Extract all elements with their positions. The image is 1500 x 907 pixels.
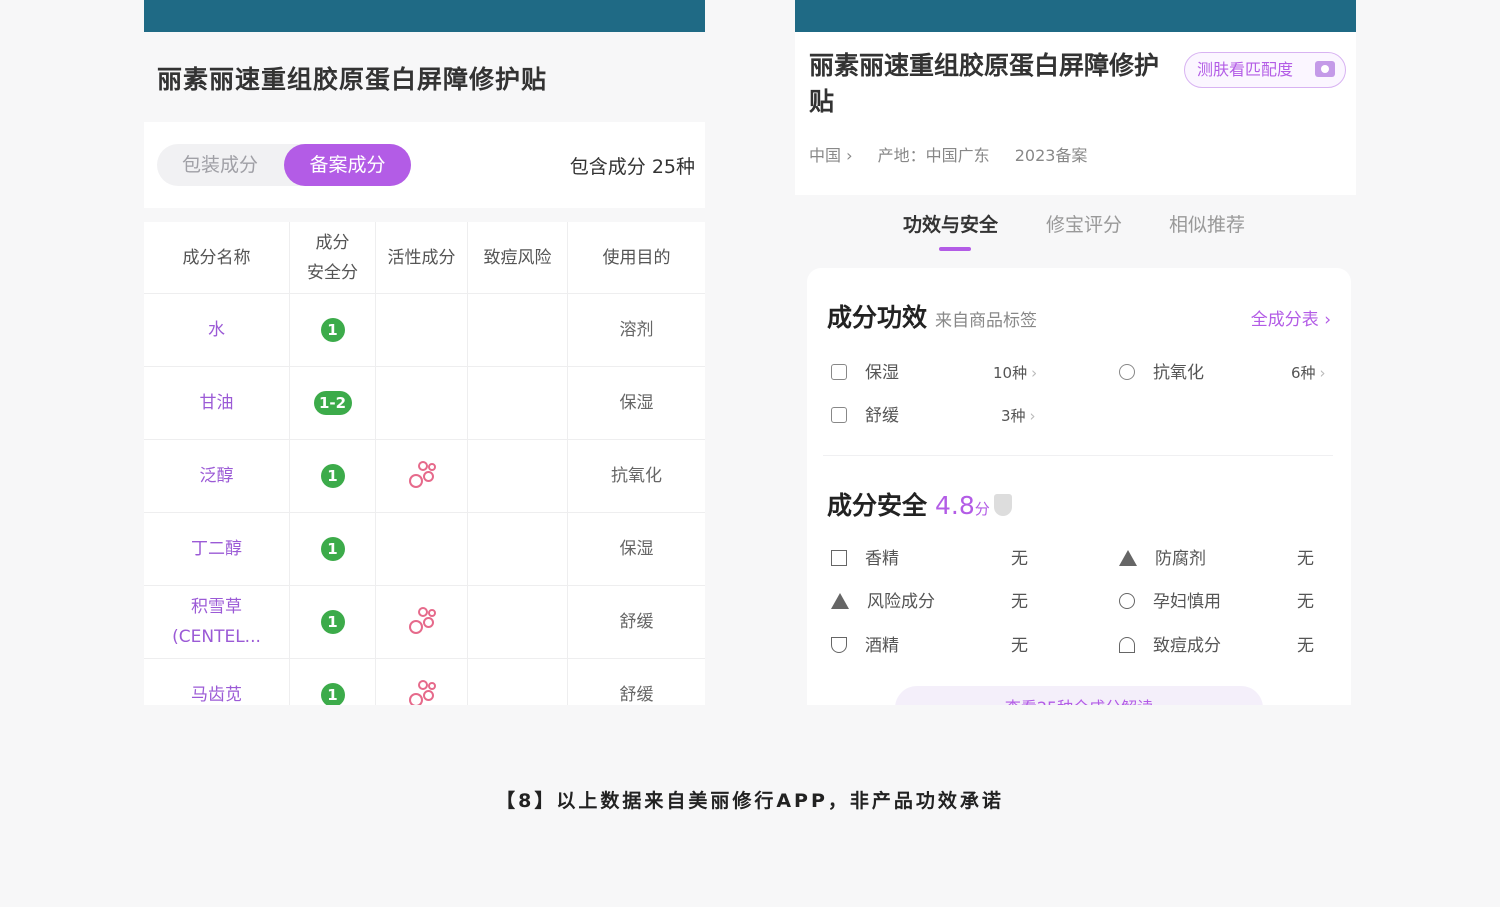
- efficacy-item-moisturize[interactable]: 保湿 10种 ›: [831, 361, 1061, 385]
- column-header-safety: 成分 安全分: [290, 222, 376, 293]
- column-header-acne-risk: 致痘风险: [468, 222, 568, 293]
- acne-risk-cell: [468, 367, 568, 439]
- table-row[interactable]: 丁二醇 1 保湿: [144, 513, 705, 586]
- safety-item-preservative: 防腐剂 无: [1119, 547, 1329, 571]
- warning-icon: [831, 593, 849, 609]
- active-cell: [376, 367, 468, 439]
- safety-score-badge: 1: [320, 537, 345, 561]
- section-divider: [823, 455, 1333, 456]
- safety-item-alcohol: 酒精 无: [831, 634, 1031, 658]
- tab-efficacy-safety[interactable]: 功效与安全: [903, 210, 998, 237]
- production-place: 产地：中国广东: [877, 146, 990, 165]
- efficacy-safety-card: 成分功效 来自商品标签 全成分表 › 保湿 10种 › 抗氧化 6种 › 舒缓 3种 ›…: [807, 268, 1351, 705]
- ingredient-name[interactable]: 甘油: [144, 367, 290, 439]
- safety-score-badge: 1: [320, 610, 345, 634]
- table-row[interactable]: 积雪草 (CENTEL... 1 舒缓: [144, 586, 705, 659]
- acne-risk-cell: [468, 659, 568, 705]
- safety-score-badge: 1-2: [313, 391, 352, 415]
- acne-risk-cell: [468, 294, 568, 366]
- skin-match-label: 测肤看匹配度: [1197, 60, 1294, 79]
- antioxidant-icon: [1119, 364, 1135, 380]
- perfume-icon: [831, 550, 847, 566]
- active-cell: [376, 513, 468, 585]
- ingredient-name[interactable]: 丁二醇: [144, 513, 290, 585]
- view-all-ingredients-button[interactable]: 查看25种全成分解读: [895, 686, 1263, 705]
- ingredient-table: 成分名称 成分 安全分 活性成分 致痘风险 使用目的 水 1 溶剂 甘油 1-2…: [144, 222, 705, 705]
- column-header-purpose: 使用目的: [602, 247, 671, 268]
- ingredient-segment-control: 包装成分 备案成分: [157, 144, 411, 186]
- detail-tabs: 功效与安全 修宝评分 相似推荐: [795, 195, 1356, 265]
- safety-score-badge: 1: [320, 683, 345, 705]
- camera-icon: [1315, 61, 1335, 77]
- acne-risk-cell: [468, 586, 568, 658]
- tab-similar[interactable]: 相似推荐: [1169, 210, 1245, 237]
- efficacy-item-soothe[interactable]: 舒缓 3种 ›: [831, 404, 1061, 428]
- origin-link[interactable]: 中国 ›: [809, 146, 853, 165]
- ingredient-count: 包含成分 25种: [569, 156, 695, 178]
- table-row[interactable]: 泛醇 1 抗氧化: [144, 440, 705, 513]
- table-row[interactable]: 水 1 溶剂: [144, 294, 705, 367]
- acne-risk-cell: [468, 513, 568, 585]
- droplet-icon: [831, 364, 847, 380]
- purpose: 保湿: [619, 539, 654, 559]
- ingredient-tab-row: 包装成分 备案成分 包含成分 25种: [144, 122, 705, 208]
- soothe-icon: [831, 407, 847, 423]
- table-header: 成分名称 成分 安全分 活性成分 致痘风险 使用目的: [144, 222, 705, 294]
- ingredient-name[interactable]: 泛醇: [144, 440, 290, 512]
- product-header: 丽素丽速重组胶原蛋白屏障修护贴 测肤看匹配度 中国 › 产地：中国广东 2023…: [795, 32, 1356, 195]
- acne-icon: [1119, 637, 1135, 653]
- pregnancy-icon: [1119, 593, 1135, 609]
- registration-year: 2023备案: [1014, 146, 1088, 165]
- active-ingredient-icon: [408, 680, 436, 705]
- active-tab-indicator: [939, 247, 971, 251]
- safety-item-risk: 风险成分 无: [831, 590, 1031, 614]
- ingredient-name[interactable]: 水: [144, 294, 290, 366]
- efficacy-source: 来自商品标签: [935, 311, 1038, 331]
- alcohol-icon: [831, 637, 847, 653]
- top-bar: [795, 0, 1356, 32]
- ingredient-name[interactable]: 积雪草 (CENTEL...: [144, 586, 290, 658]
- safety-score: 4.8分: [935, 491, 990, 520]
- active-ingredient-icon: [408, 461, 436, 491]
- product-title: 丽素丽速重组胶原蛋白屏障修护贴: [809, 51, 1160, 116]
- safety-score-badge: 1: [320, 318, 345, 342]
- tab-registered-ingredients[interactable]: 备案成分: [284, 144, 411, 186]
- safety-item-fragrance: 香精 无: [831, 547, 1031, 571]
- active-ingredient-icon: [408, 607, 436, 637]
- top-bar: [144, 0, 705, 32]
- ingredient-name[interactable]: 马齿苋: [144, 659, 290, 705]
- safety-item-acne: 致痘成分 无: [1119, 634, 1329, 658]
- purpose: 舒缓: [619, 685, 654, 705]
- product-meta: 中国 › 产地：中国广东 2023备案: [809, 142, 1107, 166]
- column-header-name: 成分名称: [144, 222, 290, 293]
- shield-icon: [993, 494, 1012, 516]
- footnote: 【8】以上数据来自美丽修行APP，非产品功效承诺: [496, 790, 1004, 812]
- efficacy-section-title: 成分功效 来自商品标签: [827, 303, 1038, 332]
- safety-section-title: 成分安全 4.8分: [827, 486, 1012, 522]
- tab-rating[interactable]: 修宝评分: [1046, 210, 1122, 237]
- column-header-active: 活性成分: [376, 222, 468, 293]
- safety-score-badge: 1: [320, 464, 345, 488]
- product-title: 丽素丽速重组胶原蛋白屏障修护贴: [144, 32, 705, 122]
- purpose: 舒缓: [619, 612, 654, 632]
- skin-match-button[interactable]: 测肤看匹配度: [1184, 52, 1346, 88]
- safety-item-pregnancy: 孕妇慎用 无: [1119, 590, 1329, 614]
- acne-risk-cell: [468, 440, 568, 512]
- table-row[interactable]: 甘油 1-2 保湿: [144, 367, 705, 440]
- preservative-icon: [1119, 550, 1137, 566]
- purpose: 保湿: [619, 393, 654, 413]
- full-ingredient-list-link[interactable]: 全成分表 ›: [1251, 305, 1331, 330]
- table-row[interactable]: 马齿苋 1 舒缓: [144, 659, 705, 705]
- purpose: 抗氧化: [611, 466, 662, 486]
- active-cell: [376, 294, 468, 366]
- efficacy-item-antioxidant[interactable]: 抗氧化 6种 ›: [1119, 361, 1329, 385]
- purpose: 溶剂: [619, 320, 654, 340]
- tab-package-ingredients[interactable]: 包装成分: [157, 144, 283, 186]
- efficacy-safety-panel: 丽素丽速重组胶原蛋白屏障修护贴 测肤看匹配度 中国 › 产地：中国广东 2023…: [795, 0, 1356, 705]
- ingredient-list-panel: 丽素丽速重组胶原蛋白屏障修护贴 包装成分 备案成分 包含成分 25种 成分名称 …: [144, 0, 705, 705]
